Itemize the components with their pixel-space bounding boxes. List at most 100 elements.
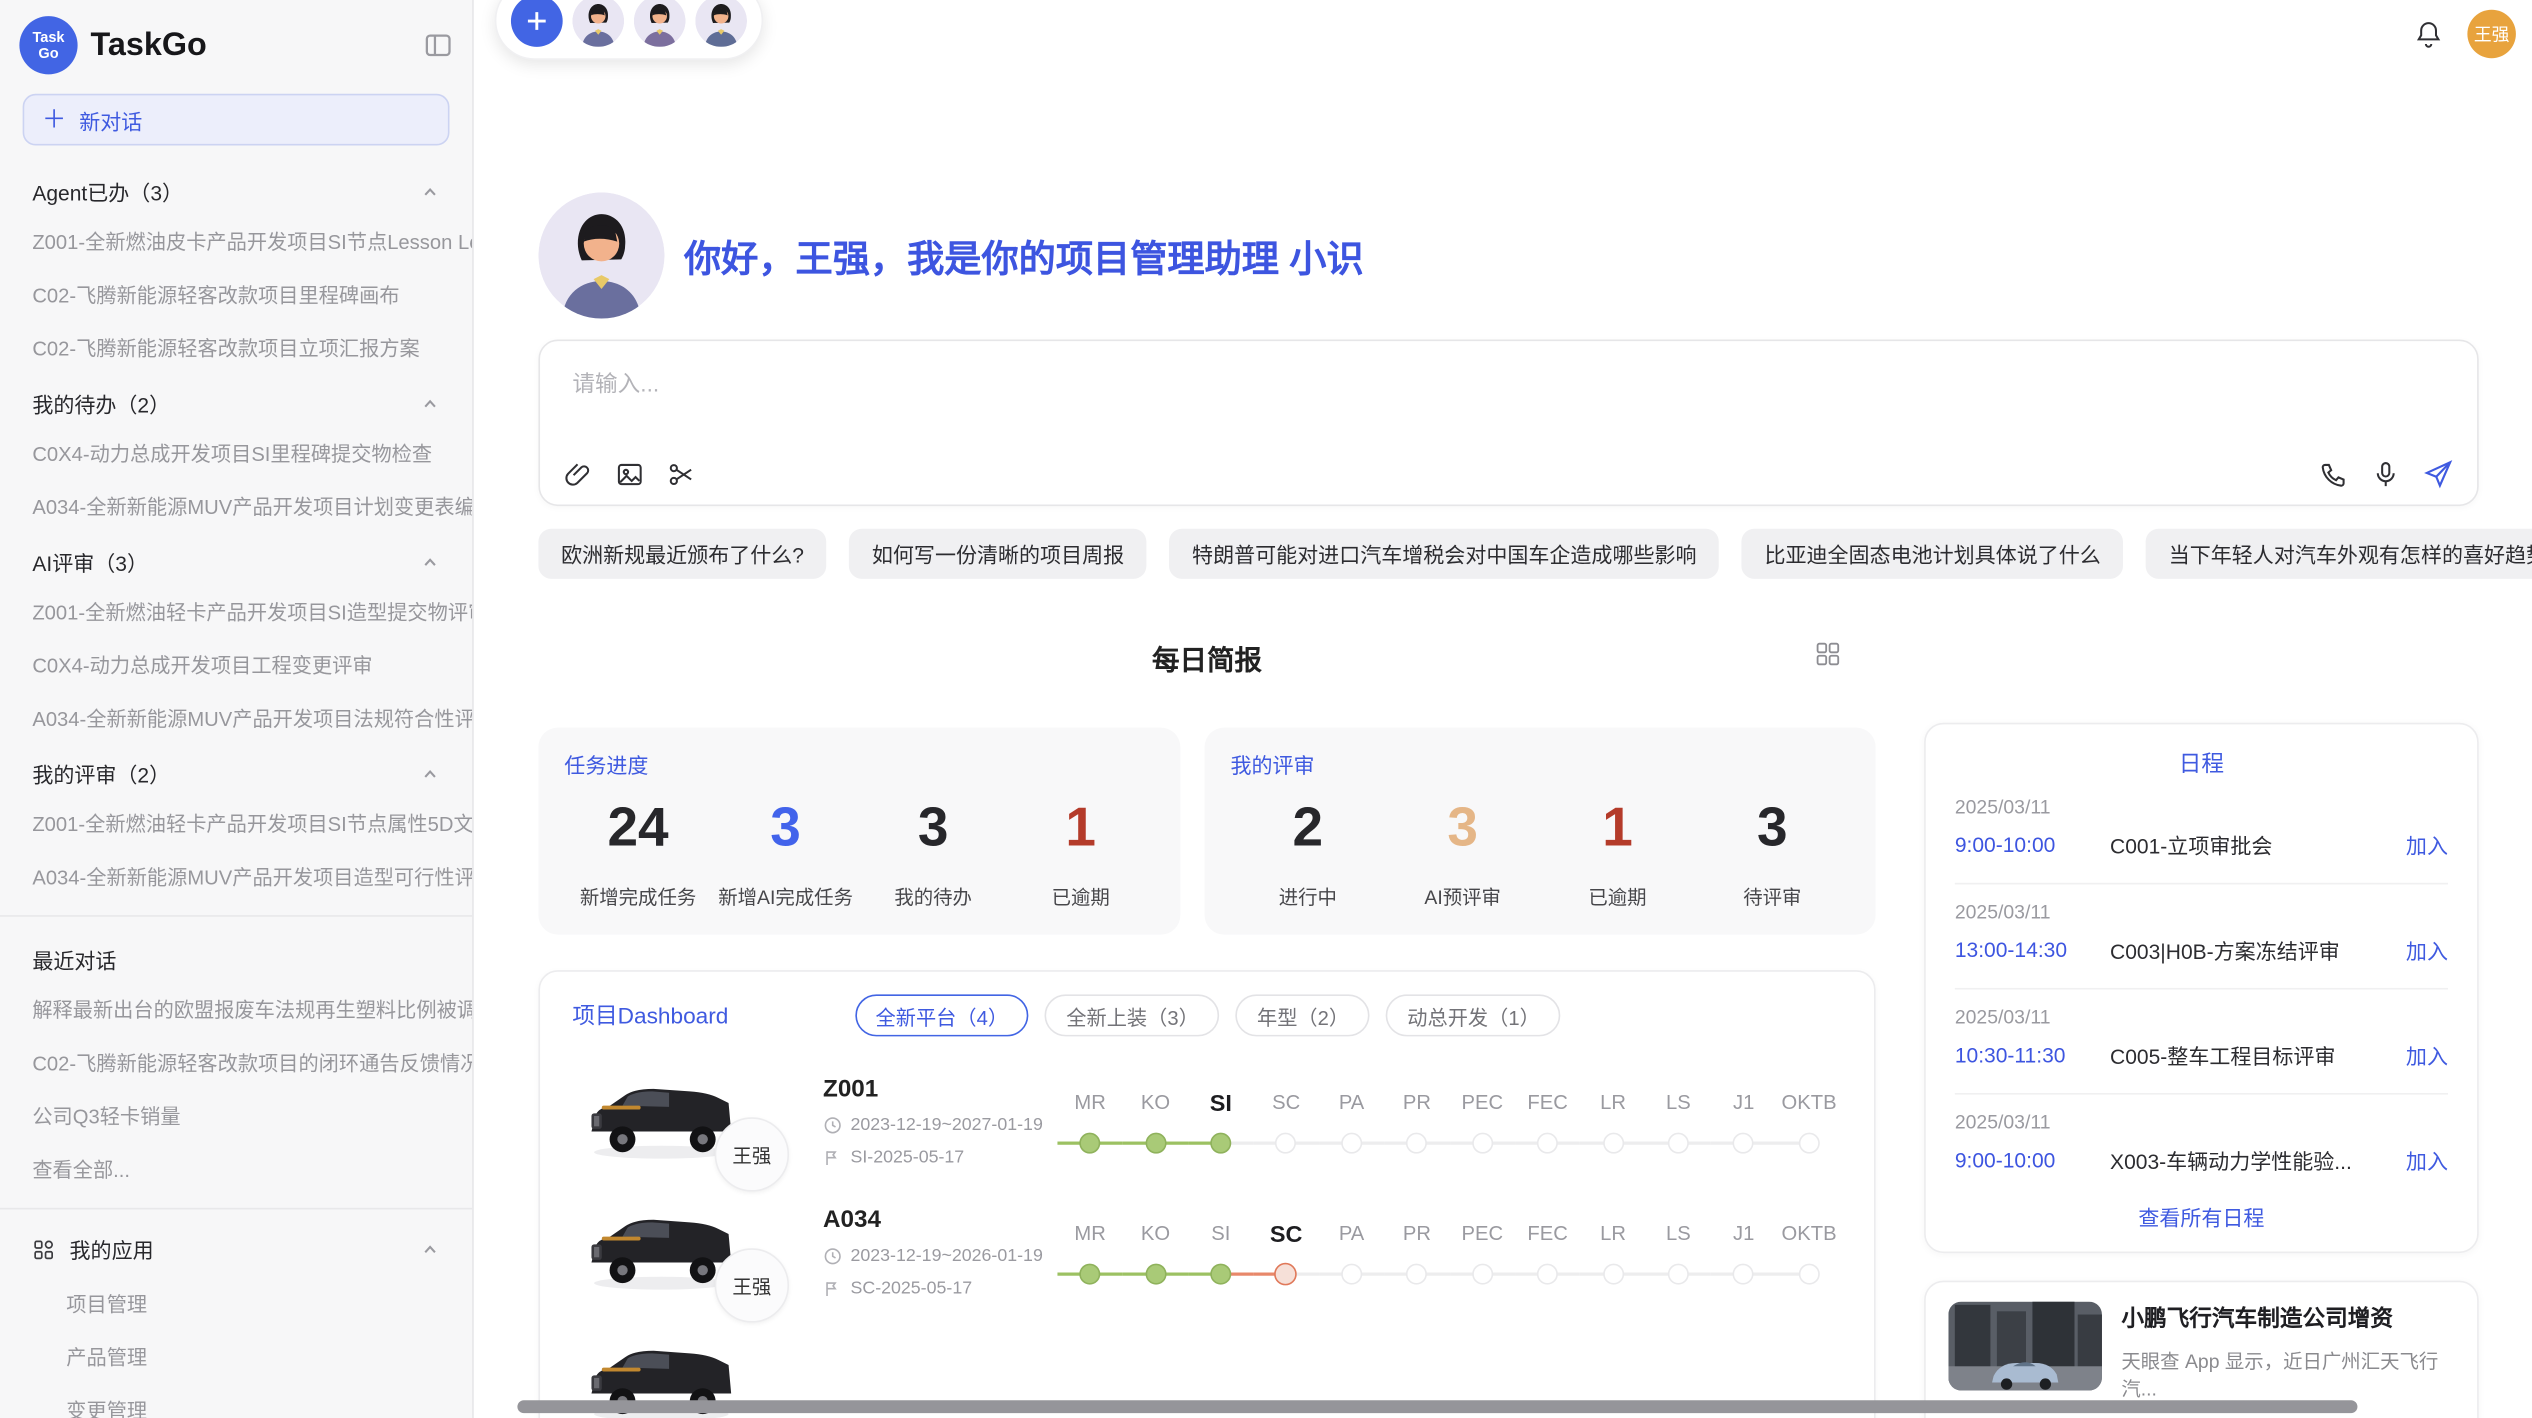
milestone-label: OKTB: [1776, 1222, 1841, 1254]
microphone-icon[interactable]: [2370, 458, 2401, 490]
sidebar-item[interactable]: Z001-全新燃油皮卡产品开发项目SI节点Lesson Learn报告: [0, 213, 472, 266]
clock-icon: [823, 1247, 842, 1266]
schedule-item: 2025/03/1110:30-11:30C005-整车工程目标评审加入: [1926, 990, 2477, 1071]
horizontal-scrollbar[interactable]: [517, 1400, 2357, 1413]
milestone-dot: [1406, 1133, 1427, 1154]
briefing-card: 我的评审2进行中3AI预评审1已逾期3待评审: [1205, 728, 1876, 935]
milestone-label: MR: [1057, 1222, 1122, 1254]
stat: 1已逾期: [1007, 796, 1155, 911]
divider: [0, 915, 472, 917]
project-row[interactable]: 王强A0342023-12-19~2026-01-19SC-2025-05-17…: [572, 1203, 1841, 1298]
logo-text-1: Task: [32, 29, 64, 45]
sidebar-item[interactable]: A034-全新新能源MUV产品开发项目造型可行性评审: [0, 849, 472, 902]
milestone-label: PR: [1384, 1222, 1449, 1254]
send-icon[interactable]: [2422, 458, 2454, 490]
sidebar-item[interactable]: A034-全新新能源MUV产品开发项目计划变更表编写: [0, 479, 472, 532]
schedule-event: C001-立项审批会: [2110, 829, 2393, 860]
milestone-label: KO: [1123, 1091, 1188, 1123]
milestone: MR: [1057, 1091, 1122, 1167]
milestone: SI: [1188, 1222, 1253, 1298]
suggestion-chip[interactable]: 比亚迪全固态电池计划具体说了什么: [1742, 529, 2124, 579]
recent-chat-item[interactable]: 公司Q3轻卡销量: [0, 1088, 472, 1141]
recent-chats-header: 最近对话: [0, 930, 472, 982]
project-owner-badge: 王强: [715, 1117, 789, 1191]
milestone: FEC: [1515, 1091, 1580, 1167]
insert-image-icon[interactable]: [614, 459, 645, 490]
sidebar-item[interactable]: C02-飞腾新能源轻客改款项目里程碑画布: [0, 267, 472, 320]
milestone-dot: [1276, 1133, 1297, 1154]
sidebar-item[interactable]: C0X4-动力总成开发项目工程变更评审: [0, 637, 472, 690]
app-sub-item[interactable]: 产品管理: [0, 1329, 472, 1382]
milestone-dot: [1275, 1263, 1298, 1286]
schedule-time: 10:30-11:30: [1955, 1043, 2110, 1067]
project-car-image: 王强: [584, 1203, 739, 1294]
project-date-range: 2023-12-19~2026-01-19: [850, 1247, 1042, 1266]
sidebar-item[interactable]: Z001-全新燃油轻卡产品开发项目SI造型提交物评审: [0, 584, 472, 637]
briefing-card-label: 任务进度: [564, 749, 1154, 780]
new-chat-button[interactable]: ＋ 新对话: [23, 94, 450, 146]
collapse-sidebar-icon[interactable]: [424, 31, 453, 60]
milestone-dot: [1537, 1133, 1558, 1154]
chat-input[interactable]: [569, 364, 2354, 445]
milestone-label: PEC: [1450, 1222, 1515, 1254]
new-chat-label: 新对话: [79, 104, 142, 135]
layout-grid-icon[interactable]: [1814, 640, 1841, 667]
dashboard-filter-pill[interactable]: 年型（2）: [1236, 994, 1370, 1036]
recent-chat-item[interactable]: 解释最新出台的欧盟报废车法规再生塑料比例被调至15%...: [0, 981, 472, 1034]
dashboard-filter-pill[interactable]: 全新上装（3）: [1045, 994, 1220, 1036]
news-card[interactable]: 小鹏飞行汽车制造公司增资 天眼查 App 显示，近日广州汇天飞行汽...: [1924, 1281, 2479, 1418]
milestone: OKTB: [1776, 1091, 1841, 1167]
project-row[interactable]: 王强Z0012023-12-19~2027-01-19SI-2025-05-17…: [572, 1072, 1841, 1167]
milestone-label: LS: [1646, 1091, 1711, 1123]
milestone-dot: [1799, 1133, 1820, 1154]
join-meeting-link[interactable]: 加入: [2406, 829, 2448, 860]
sidebar-section-header[interactable]: 我的待办（2）: [0, 374, 472, 426]
app-logo: Task Go: [19, 16, 77, 74]
dashboard-filter-pill[interactable]: 全新平台（4）: [855, 994, 1030, 1036]
sidebar-item[interactable]: A034-全新新能源MUV产品开发项目法规符合性评审: [0, 690, 472, 743]
project-name: Z001: [823, 1075, 1043, 1102]
sidebar-item[interactable]: C0X4-动力总成开发项目SI里程碑提交物检查: [0, 425, 472, 478]
app-sub-item[interactable]: 项目管理: [0, 1276, 472, 1329]
voice-call-icon[interactable]: [2319, 458, 2350, 490]
suggestion-chip[interactable]: 当下年轻人对汽车外观有怎样的喜好趋势: [2146, 529, 2532, 579]
attach-file-icon[interactable]: [563, 459, 594, 490]
chevron-up-icon: [420, 182, 439, 201]
view-all-schedule-link[interactable]: 查看所有日程: [1926, 1201, 2477, 1232]
sidebar-item[interactable]: C02-飞腾新能源轻客改款项目立项汇报方案: [0, 320, 472, 373]
stat-value: 24: [564, 796, 712, 861]
sidebar-section-header[interactable]: Agent已办（3）: [0, 162, 472, 214]
section-label: 我的评审（2）: [32, 758, 170, 789]
recent-chat-item[interactable]: C02-飞腾新能源轻客改款项目的闭环通告反馈情况: [0, 1035, 472, 1088]
schedule-title: 日程: [1926, 747, 2477, 779]
news-body: 天眼查 App 显示，近日广州汇天飞行汽...: [2121, 1348, 2454, 1403]
apps-grid-icon: [32, 1238, 55, 1261]
schedule-event: C003|H0B-方案冻结评审: [2110, 935, 2393, 966]
join-meeting-link[interactable]: 加入: [2406, 1040, 2448, 1071]
suggestion-chip[interactable]: 欧洲新规最近颁布了什么?: [538, 529, 826, 579]
briefing-card: 任务进度24新增完成任务3新增AI完成任务3我的待办1已逾期: [538, 728, 1180, 935]
join-meeting-link[interactable]: 加入: [2406, 935, 2448, 966]
stat: 2进行中: [1230, 796, 1385, 911]
divider: [0, 1208, 472, 1210]
stat-label: 已逾期: [1007, 883, 1155, 910]
project-owner-badge: 王强: [715, 1248, 789, 1322]
sidebar-section-header[interactable]: AI评审（3）: [0, 532, 472, 584]
project-dates: 2023-12-19~2026-01-19: [823, 1247, 1043, 1266]
join-meeting-link[interactable]: 加入: [2406, 1145, 2448, 1176]
suggestion-chip[interactable]: 如何写一份清晰的项目周报: [849, 529, 1147, 579]
recent-chat-item[interactable]: 查看全部...: [0, 1142, 472, 1195]
milestone-label: PA: [1319, 1091, 1384, 1123]
screenshot-scissors-icon[interactable]: [666, 459, 697, 490]
sidebar-item[interactable]: Z001-全新燃油轻卡产品开发项目SI节点属性5D文件评审: [0, 796, 472, 849]
sidebar-item-my-apps[interactable]: 我的应用: [0, 1222, 472, 1275]
suggestion-chip[interactable]: 特朗普可能对进口汽车增税会对中国车企造成哪些影响: [1169, 529, 1719, 579]
stat-label: 进行中: [1230, 883, 1385, 910]
dashboard-filter-pill[interactable]: 动总开发（1）: [1386, 994, 1561, 1036]
milestone-dot: [1668, 1264, 1689, 1285]
chevron-up-icon: [420, 764, 439, 783]
sidebar-section-header[interactable]: 我的评审（2）: [0, 744, 472, 796]
app-sub-item[interactable]: 变更管理: [0, 1382, 472, 1418]
schedule-card: 日程 2025/03/119:00-10:00C001-立项审批会加入2025/…: [1924, 723, 2479, 1253]
schedule-time: 9:00-10:00: [1955, 1148, 2110, 1172]
